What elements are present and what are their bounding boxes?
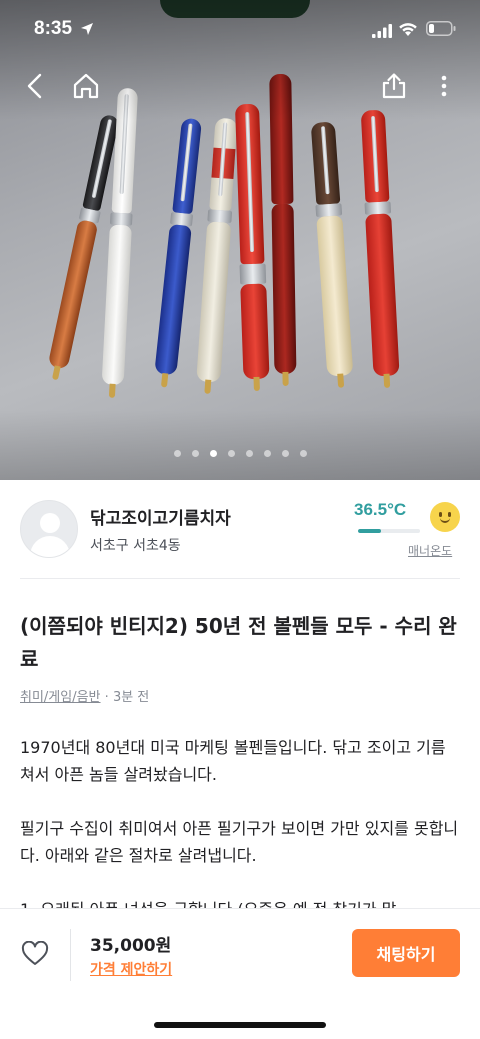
divider [20, 578, 460, 579]
location-arrow-icon [81, 23, 93, 35]
seller-region: 서초구 서초4동 [90, 538, 181, 554]
post-meta: 취미/게임/음반 · 3분 전 [20, 686, 149, 705]
more-button[interactable] [424, 66, 464, 106]
share-icon [382, 73, 406, 99]
share-button[interactable] [374, 66, 414, 106]
back-icon [27, 73, 42, 99]
manner-temperature-value: 36.5°C [354, 500, 407, 519]
more-icon [441, 75, 447, 97]
like-button[interactable] [18, 937, 52, 971]
gallery-dot[interactable] [299, 450, 307, 457]
gallery-dot[interactable] [173, 450, 181, 457]
avatar-body-shape [30, 536, 70, 557]
avatar-head-shape [40, 513, 60, 533]
home-indicator[interactable] [154, 1022, 326, 1028]
home-icon [73, 73, 99, 99]
status-bar: 8:35 [0, 0, 480, 60]
pen-image [259, 73, 305, 393]
description-paragraph: 필기구 수집이 취미여서 아픈 필기구가 보이면 가만 있지를 못합니다. 아래… [20, 819, 459, 865]
chat-button[interactable]: 채팅하기 [352, 929, 460, 977]
gallery-dot[interactable] [281, 450, 289, 457]
home-button[interactable] [66, 66, 106, 106]
description-paragraph: 1970년대 80년대 미국 마케팅 볼펜들입니다. 닦고 조이고 기름쳐서 아… [20, 738, 446, 784]
meta-separator: · [100, 690, 113, 705]
avatar[interactable] [20, 500, 78, 558]
manner-temperature-bar [358, 529, 420, 533]
post-title: (이쯤되야 빈티지2) 50년 전 볼펜들 모두 - 수리 완료 [20, 614, 457, 671]
post-time: 3분 전 [112, 690, 150, 705]
gallery-dot[interactable] [263, 450, 271, 457]
gallery-pagination [0, 450, 480, 464]
bottom-action-bar: 35,000원 가격 제안하기 채팅하기 [0, 908, 480, 1039]
signal-icon [372, 24, 392, 38]
battery-icon [426, 21, 456, 36]
vertical-divider [70, 929, 71, 981]
smile-face-icon [430, 502, 460, 532]
hero-bottom-gradient [0, 410, 480, 480]
post-description: 1970년대 80년대 미국 마케팅 볼펜들입니다. 닦고 조이고 기름쳐서 아… [20, 734, 460, 908]
seller-name[interactable]: 닦고조이고기름치자 [90, 504, 231, 529]
price: 35,000원 [90, 936, 172, 956]
manner-temperature-fill [358, 529, 381, 533]
gallery-dot[interactable] [191, 450, 199, 457]
price-offer-link[interactable]: 가격 제안하기 [90, 959, 172, 979]
gallery-dot[interactable] [245, 450, 253, 457]
manner-temperature-link[interactable]: 매너온도 [408, 542, 452, 559]
wifi-icon [399, 23, 417, 36]
status-time: 8:35 [34, 18, 73, 39]
seller-profile[interactable]: 닦고조이고기름치자 서초구 서초4동 36.5°C 매너온도 [0, 480, 480, 580]
heart-icon [21, 941, 49, 965]
gallery-dot[interactable] [227, 450, 235, 457]
pen-image [353, 109, 408, 391]
pen-image [303, 121, 362, 391]
back-button[interactable] [16, 66, 56, 106]
post-category-link[interactable]: 취미/게임/음반 [20, 690, 101, 705]
gallery-dot[interactable] [209, 450, 217, 457]
description-paragraph: 1. 오래된 아픈 녀석을 구합니다 (요즘은 예 전 찾기가 많 [20, 896, 460, 908]
post-description-viewport: 1970년대 80년대 미국 마케팅 볼펜들입니다. 닦고 조이고 기름쳐서 아… [0, 728, 480, 908]
